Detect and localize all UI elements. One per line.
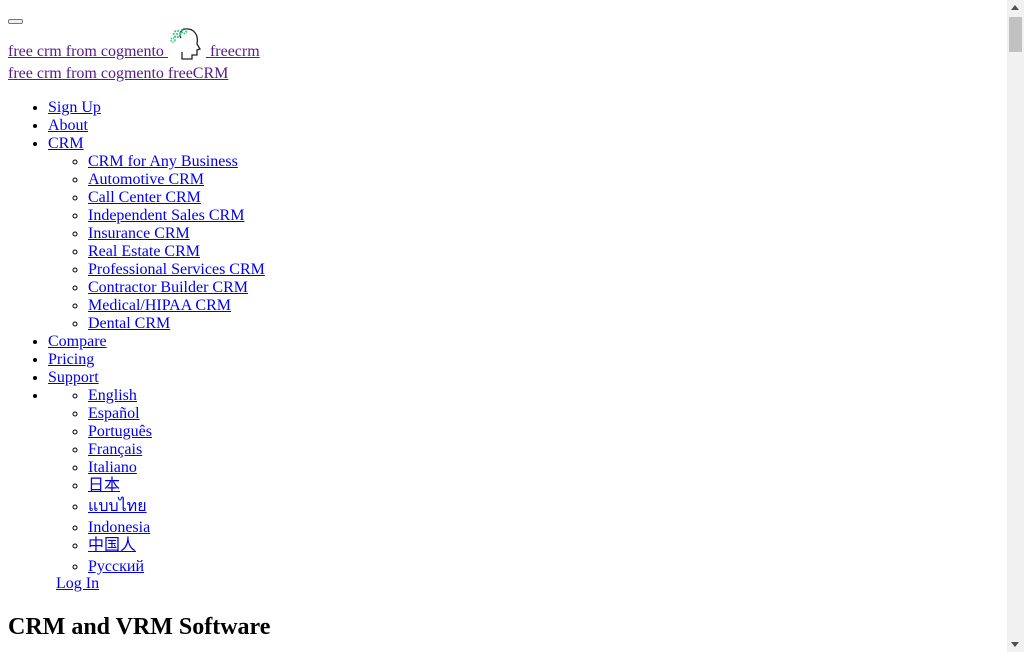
- crm-submenu-item: Contractor Builder CRM: [88, 279, 265, 297]
- language-item: Español: [88, 405, 265, 423]
- tagline-link[interactable]: free crm from cogmento freeCRM: [8, 65, 228, 82]
- language-item: Italiano: [88, 459, 265, 477]
- nav-item-support: Support: [48, 369, 265, 387]
- nav-item-language: English Español Português Français Itali…: [48, 387, 265, 576]
- language-item: Français: [88, 441, 265, 459]
- crm-submenu-item: Professional Services CRM: [88, 261, 265, 279]
- language-link-spanish[interactable]: Español: [88, 405, 140, 422]
- nav-item-sign-up: Sign Up: [48, 99, 265, 117]
- crm-link-independent-sales[interactable]: Independent Sales CRM: [88, 207, 244, 224]
- nav-item-compare: Compare: [48, 333, 265, 351]
- crm-submenu-item: CRM for Any Business: [88, 153, 265, 171]
- language-link-english[interactable]: English: [88, 387, 137, 404]
- crm-submenu-item: Dental CRM: [88, 315, 265, 333]
- language-submenu: English Español Português Français Itali…: [48, 387, 265, 576]
- head-with-gears-icon: [168, 26, 206, 62]
- language-link-japanese[interactable]: 日本: [88, 477, 120, 494]
- language-item: Português: [88, 423, 265, 441]
- page: free crm from cogmento freecrm free crm …: [0, 0, 1007, 652]
- nav-link-pricing[interactable]: Pricing: [48, 351, 94, 368]
- nav-link-compare[interactable]: Compare: [48, 333, 107, 350]
- crm-link-contractor-builder[interactable]: Contractor Builder CRM: [88, 279, 248, 296]
- language-item: 中国人: [88, 537, 265, 558]
- login-container: Log In: [56, 575, 99, 593]
- crm-submenu-item: Automotive CRM: [88, 171, 265, 189]
- language-link-indonesian[interactable]: Indonesia: [88, 519, 150, 536]
- main-nav: Sign Up About CRM CRM for Any Business A…: [8, 99, 265, 576]
- login-link[interactable]: Log In: [56, 575, 99, 592]
- navbar-toggle-button[interactable]: [8, 19, 23, 24]
- language-item: 日本: [88, 477, 265, 498]
- nav-link-support[interactable]: Support: [48, 369, 99, 386]
- nav-link-crm[interactable]: CRM: [48, 135, 84, 152]
- crm-link-automotive[interactable]: Automotive CRM: [88, 171, 204, 188]
- crm-link-call-center[interactable]: Call Center CRM: [88, 189, 201, 206]
- crm-link-dental[interactable]: Dental CRM: [88, 315, 170, 332]
- language-item: Indonesia: [88, 519, 265, 537]
- brand-suffix: freecrm: [209, 43, 260, 60]
- brand-link[interactable]: free crm from cogmento freecrm: [8, 26, 260, 62]
- brand-row: free crm from cogmento freecrm: [8, 26, 260, 62]
- crm-submenu-item: Insurance CRM: [88, 225, 265, 243]
- language-item: Русский: [88, 558, 265, 576]
- scroll-down-arrow-icon[interactable]: [1011, 642, 1019, 647]
- language-link-french[interactable]: Français: [88, 441, 142, 458]
- tagline: free crm from cogmento freeCRM: [8, 65, 228, 83]
- crm-submenu-item: Real Estate CRM: [88, 243, 265, 261]
- language-item: English: [88, 387, 265, 405]
- crm-link-medical-hipaa[interactable]: Medical/HIPAA CRM: [88, 297, 231, 314]
- language-link-thai[interactable]: แบบไทย: [88, 498, 147, 515]
- crm-submenu-item: Independent Sales CRM: [88, 207, 265, 225]
- crm-link-real-estate[interactable]: Real Estate CRM: [88, 243, 200, 260]
- nav-link-sign-up[interactable]: Sign Up: [48, 99, 101, 116]
- crm-submenu-item: Medical/HIPAA CRM: [88, 297, 265, 315]
- crm-link-any-business[interactable]: CRM for Any Business: [88, 153, 238, 170]
- language-item: แบบไทย: [88, 498, 265, 519]
- scrollbar-thumb[interactable]: [1009, 17, 1022, 52]
- language-link-chinese[interactable]: 中国人: [88, 537, 136, 554]
- crm-submenu-item: Call Center CRM: [88, 189, 265, 207]
- nav-item-about: About: [48, 117, 265, 135]
- crm-link-insurance[interactable]: Insurance CRM: [88, 225, 190, 242]
- nav-link-about[interactable]: About: [48, 117, 88, 134]
- nav-item-crm: CRM CRM for Any Business Automotive CRM …: [48, 135, 265, 333]
- language-link-portuguese[interactable]: Português: [88, 423, 152, 440]
- page-heading: CRM and VRM Software: [8, 614, 271, 640]
- brand-text: free crm from cogmento: [8, 43, 164, 60]
- crm-submenu: CRM for Any Business Automotive CRM Call…: [48, 153, 265, 333]
- vertical-scrollbar[interactable]: [1007, 0, 1024, 652]
- language-link-italian[interactable]: Italiano: [88, 459, 137, 476]
- language-link-russian[interactable]: Русский: [88, 558, 144, 575]
- nav-item-pricing: Pricing: [48, 351, 265, 369]
- crm-link-professional-services[interactable]: Professional Services CRM: [88, 261, 265, 278]
- scroll-up-arrow-icon[interactable]: [1011, 5, 1019, 10]
